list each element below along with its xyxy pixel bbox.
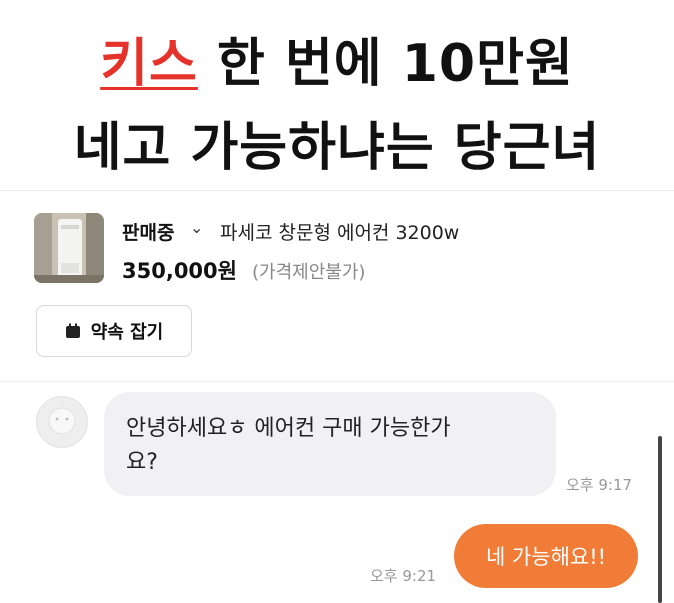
appointment-label: 약속 잡기 — [90, 322, 164, 343]
calendar-icon — [65, 323, 80, 338]
seller-message-time: 오후 9:21 — [370, 567, 437, 585]
headline-line1: 키스 한 번에 10만원 — [0, 34, 674, 94]
chat-divider — [0, 381, 674, 382]
chevron-down-icon[interactable]: ⌄ — [190, 218, 203, 237]
product-price: 350,000원 — [122, 259, 237, 283]
air-conditioner-image — [34, 213, 104, 283]
headline-line1-rest: 한 번에 10만원 — [197, 34, 574, 94]
chat-scrollbar[interactable] — [658, 436, 662, 603]
sale-status[interactable]: 판매중 — [122, 218, 174, 245]
headline-line2: 네고 가능하냐는 당근녀 — [73, 118, 601, 178]
buyer-message-line2: 요? — [126, 450, 158, 475]
top-divider — [0, 190, 674, 191]
product-title: 파세코 창문형 에어컨 3200w — [220, 222, 460, 244]
buyer-message-bubble: 안녕하세요ㅎ 에어컨 구매 가능한가 요? — [104, 392, 556, 496]
headline-highlight: 키스 — [100, 34, 198, 94]
appointment-button[interactable]: 약속 잡기 — [36, 305, 192, 357]
buyer-avatar[interactable] — [36, 396, 88, 448]
buyer-message-line1: 안녕하세요ㅎ 에어컨 구매 가능한가 — [126, 416, 451, 441]
price-note: (가격제안불가) — [252, 262, 366, 283]
seller-message-bubble: 네 가능해요!! — [454, 524, 638, 588]
seller-message-text: 네 가능해요!! — [485, 545, 607, 569]
product-thumbnail[interactable] — [34, 213, 104, 283]
buyer-message-time: 오후 9:17 — [566, 476, 633, 494]
avatar-face-icon — [48, 407, 76, 435]
